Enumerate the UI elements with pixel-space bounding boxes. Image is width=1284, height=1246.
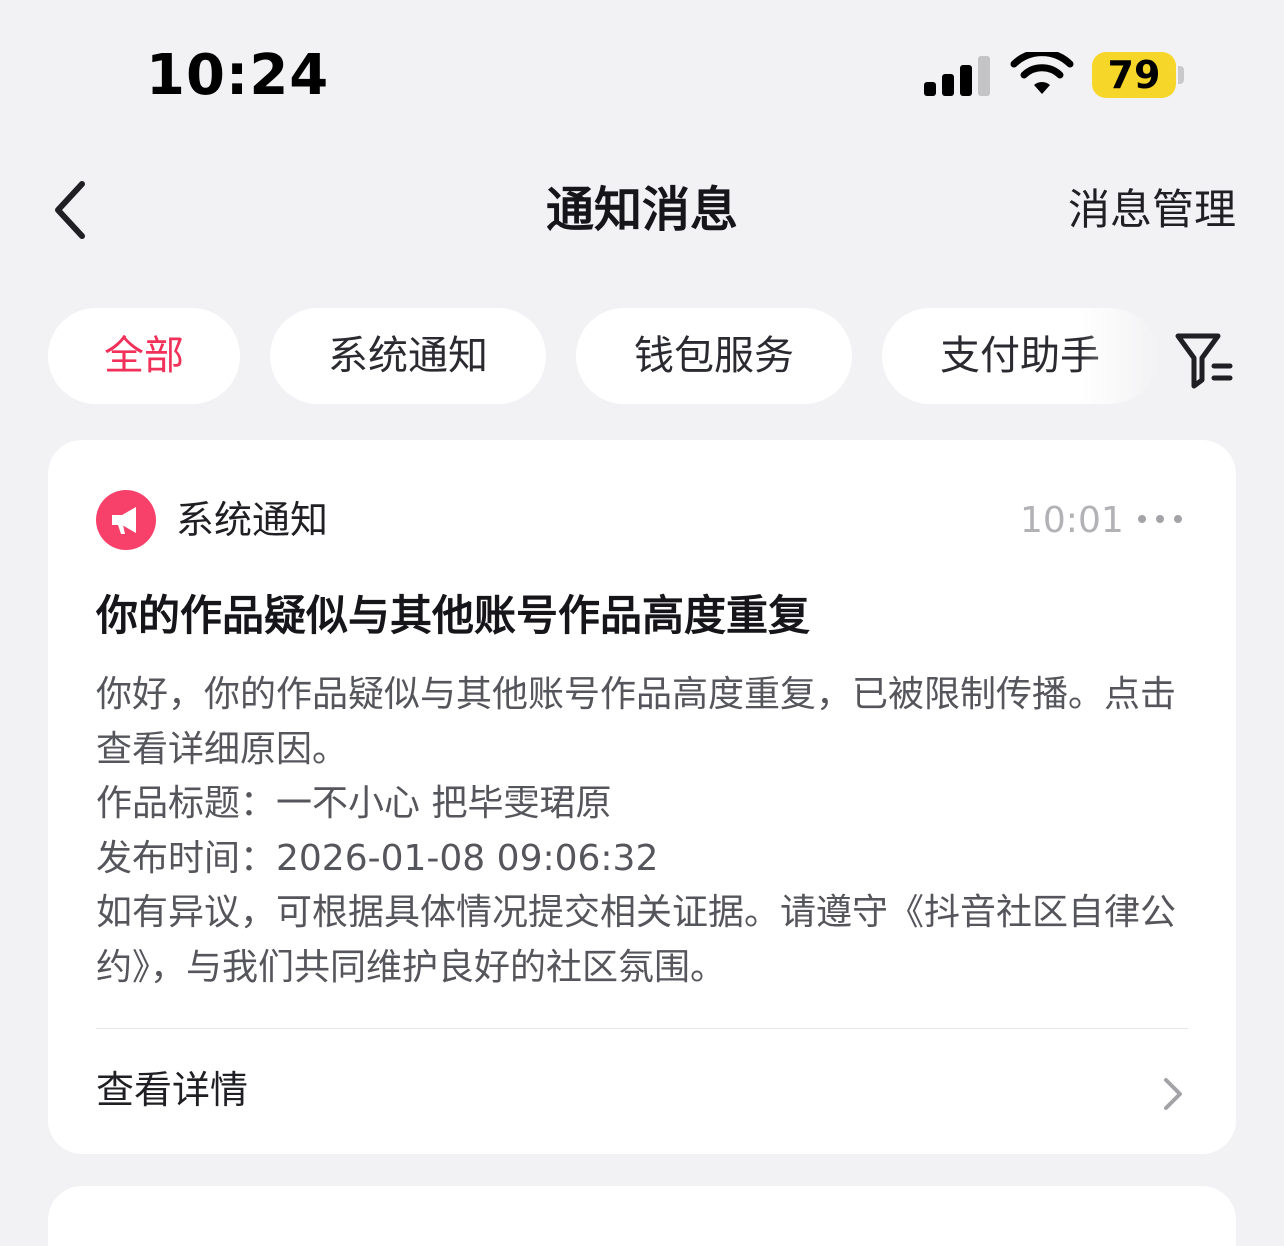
- notification-card[interactable]: 系统通知 10:01 你的作品疑似与其他账号作品高度重复 你好，你的作品疑似与其…: [48, 440, 1236, 1154]
- notification-body-line: 作品标题：一不小心 把毕雯珺原: [96, 783, 612, 824]
- filter-icon[interactable]: [1170, 328, 1238, 392]
- notification-time: 10:01: [1020, 500, 1124, 541]
- view-details-label: 查看详情: [96, 1068, 249, 1112]
- notification-body: 你好，你的作品疑似与其他账号作品高度重复，已被限制传播。点击查看详细原因。 作品…: [96, 668, 1196, 995]
- battery-indicator: 79: [1092, 52, 1188, 100]
- nav-bar: 通知消息 消息管理: [0, 150, 1284, 268]
- chevron-right-icon: [1164, 1078, 1182, 1110]
- battery-tip: [1178, 66, 1184, 84]
- tabs-fade: [1080, 308, 1160, 406]
- filter-tabs: 全部 系统通知 钱包服务 支付助手: [0, 308, 1284, 406]
- view-details-row[interactable]: 查看详情: [48, 1030, 1236, 1154]
- notification-title: 你的作品疑似与其他账号作品高度重复: [96, 591, 811, 640]
- message-manage-button[interactable]: 消息管理: [1068, 180, 1236, 240]
- next-notification-card[interactable]: [48, 1186, 1236, 1246]
- tab-system-notice[interactable]: 系统通知: [270, 308, 546, 404]
- status-time: 10:24: [146, 43, 330, 108]
- notification-body-line: 如有异议，可根据具体情况提交相关证据。请遵守《抖音社区自律公约》，与我们共同维护…: [96, 892, 1177, 988]
- chevron-left-icon[interactable]: [40, 174, 104, 246]
- wifi-icon: [1010, 52, 1074, 94]
- tab-all[interactable]: 全部: [48, 308, 240, 404]
- status-bar: 10:24 79: [0, 0, 1284, 150]
- page-title: 通知消息: [545, 182, 738, 238]
- tab-wallet-service[interactable]: 钱包服务: [576, 308, 852, 404]
- cellular-signal-icon: [924, 56, 990, 96]
- battery-level: 79: [1107, 53, 1161, 97]
- more-options-icon[interactable]: [1136, 504, 1184, 534]
- notification-body-line: 你好，你的作品疑似与其他账号作品高度重复，已被限制传播。点击查看详细原因。: [96, 674, 1177, 770]
- notification-source: 系统通知: [176, 498, 329, 542]
- megaphone-icon: [96, 490, 156, 550]
- divider: [96, 1028, 1188, 1029]
- notification-body-line: 发布时间：2026-01-08 09:06:32: [96, 837, 659, 879]
